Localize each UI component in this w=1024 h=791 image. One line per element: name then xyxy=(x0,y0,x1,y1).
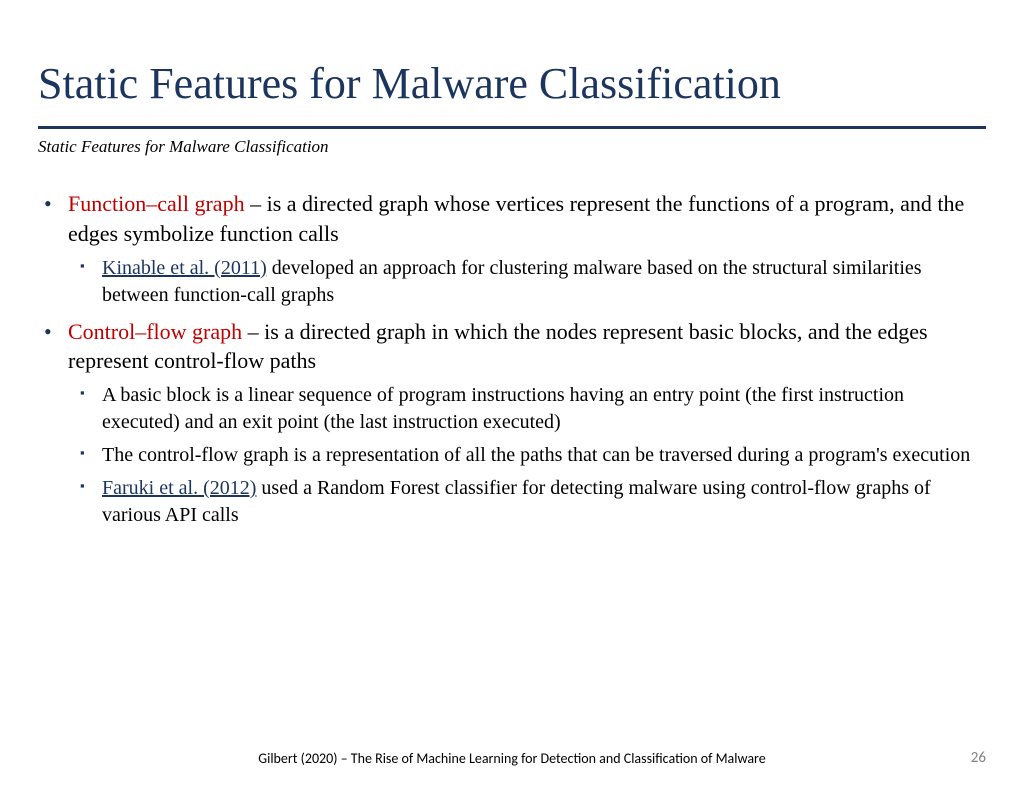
sub-item: Kinable et al. (2011) developed an appro… xyxy=(68,255,986,309)
sub-item-text: A basic block is a linear sequence of pr… xyxy=(102,384,904,433)
sub-list: A basic block is a linear sequence of pr… xyxy=(68,382,986,529)
slide-subtitle: Static Features for Malware Classificati… xyxy=(38,137,986,157)
list-item: Function–call graph – is a directed grap… xyxy=(38,189,986,308)
list-item: Control–flow graph – is a directed graph… xyxy=(38,317,986,529)
sub-item-text: The control-flow graph is a representati… xyxy=(102,444,970,466)
sub-item: Faruki et al. (2012) used a Random Fores… xyxy=(68,475,986,529)
slide-title: Static Features for Malware Classificati… xyxy=(38,60,986,108)
sub-list: Kinable et al. (2011) developed an appro… xyxy=(68,255,986,309)
citation-link-faruki[interactable]: Faruki et al. (2012) xyxy=(102,477,256,499)
term-function-call-graph: Function–call graph xyxy=(68,191,245,216)
term-control-flow-graph: Control–flow graph xyxy=(68,319,242,344)
main-list: Function–call graph – is a directed grap… xyxy=(38,189,986,529)
title-divider xyxy=(38,126,986,129)
slide-content: Function–call graph – is a directed grap… xyxy=(38,189,986,529)
page-number: 26 xyxy=(971,749,986,767)
sub-item: A basic block is a linear sequence of pr… xyxy=(68,382,986,436)
slide: Static Features for Malware Classificati… xyxy=(0,0,1024,791)
sub-item: The control-flow graph is a representati… xyxy=(68,442,986,469)
footer-citation: Gilbert (2020) – The Rise of Machine Lea… xyxy=(0,750,1024,767)
citation-link-kinable[interactable]: Kinable et al. (2011) xyxy=(102,257,267,279)
